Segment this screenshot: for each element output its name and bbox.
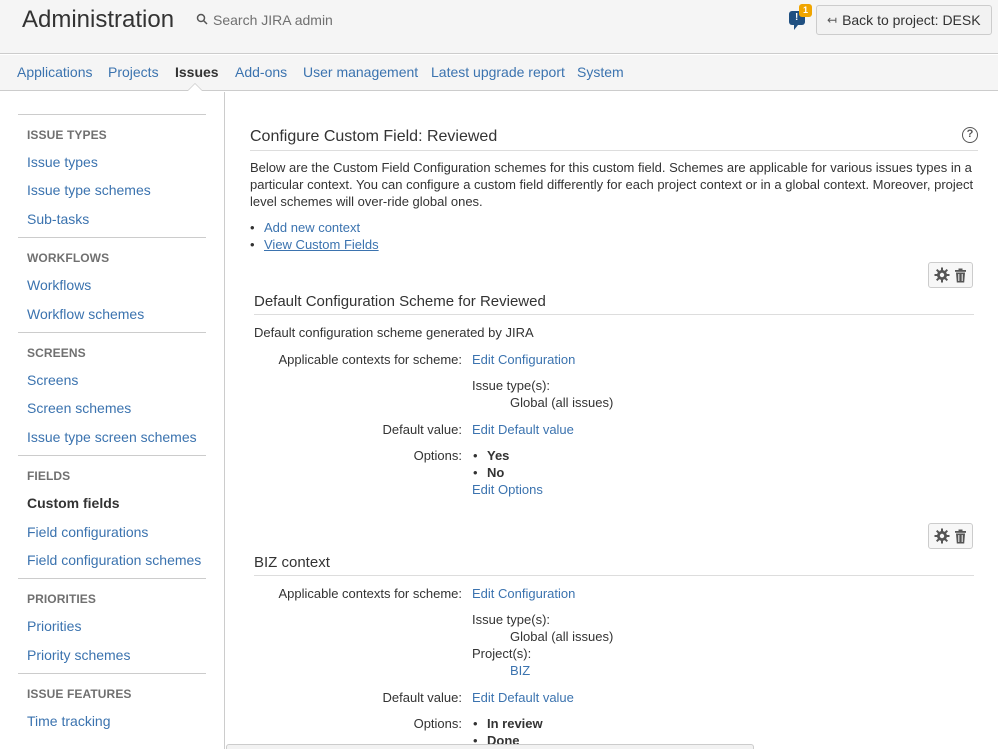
sidebar-item-issue-types[interactable]: Issue types: [27, 154, 98, 170]
admin-nav: Applications Projects Issues Add-ons Use…: [0, 55, 998, 91]
sidebar-heading-issue-features: ISSUE FEATURES: [27, 687, 132, 701]
sidebar-item-priority-schemes[interactable]: Priority schemes: [27, 647, 130, 663]
trash-icon[interactable]: [954, 268, 967, 283]
option-item: In review: [473, 716, 543, 731]
sidebar-item-screen-schemes[interactable]: Screen schemes: [27, 400, 131, 416]
sidebar-item-workflows[interactable]: Workflows: [27, 277, 91, 293]
search-input[interactable]: Search JIRA admin: [196, 12, 333, 28]
option-item: Yes: [473, 448, 510, 463]
scheme-title: BIZ context: [254, 554, 330, 571]
nav-user-management[interactable]: User management: [303, 64, 418, 80]
page-header-title: Administration: [22, 6, 175, 33]
nav-projects[interactable]: Projects: [108, 64, 159, 80]
trash-icon[interactable]: [954, 529, 967, 544]
nav-add-ons[interactable]: Add-ons: [235, 64, 287, 80]
context-links: Add new context View Custom Fields: [250, 219, 379, 253]
page-title: Configure Custom Field: Reviewed: [250, 128, 498, 145]
sidebar-item-sub-tasks[interactable]: Sub-tasks: [27, 211, 89, 227]
sidebar-item-time-tracking[interactable]: Time tracking: [27, 713, 111, 729]
edit-configuration-link[interactable]: Edit Configuration: [472, 352, 575, 367]
sidebar-item-field-configurations[interactable]: Field configurations: [27, 524, 148, 540]
projects-label: Project(s):: [472, 646, 532, 661]
sidebar-item-issue-type-screen-schemes[interactable]: Issue type screen schemes: [27, 429, 197, 445]
gear-icon[interactable]: [934, 267, 950, 283]
admin-sidebar: ISSUE TYPES Issue types Issue type schem…: [0, 92, 225, 749]
sidebar-heading-issue-types: ISSUE TYPES: [27, 128, 107, 142]
scheme-actions: [928, 523, 973, 549]
project-link-biz[interactable]: BIZ: [510, 663, 530, 678]
horizontal-scrollbar[interactable]: [226, 744, 754, 749]
nav-system[interactable]: System: [577, 64, 624, 80]
sidebar-item-workflow-schemes[interactable]: Workflow schemes: [27, 306, 144, 322]
notification-icon[interactable]: ! 1: [789, 4, 812, 30]
option-item: No: [473, 465, 505, 480]
sidebar-item-field-configuration-schemes[interactable]: Field configuration schemes: [27, 552, 201, 568]
scheme-actions: [928, 262, 973, 288]
options-label: Options:: [413, 448, 462, 463]
gear-icon[interactable]: [934, 528, 950, 544]
default-value-label: Default value:: [382, 422, 463, 437]
nav-applications[interactable]: Applications: [17, 64, 93, 80]
add-new-context-link[interactable]: Add new context: [264, 220, 360, 235]
notification-count: 1: [799, 4, 812, 17]
edit-configuration-link[interactable]: Edit Configuration: [472, 586, 575, 601]
options-label: Options:: [413, 716, 462, 731]
sidebar-item-screens[interactable]: Screens: [27, 372, 78, 388]
sidebar-heading-priorities: PRIORITIES: [27, 592, 97, 606]
help-icon[interactable]: ?: [962, 127, 978, 143]
back-to-project-button[interactable]: ↤ Back to project: DESK: [816, 5, 992, 35]
applicable-contexts-label: Applicable contexts for scheme:: [278, 586, 462, 601]
nav-latest-upgrade-report[interactable]: Latest upgrade report: [431, 64, 565, 80]
edit-options-link[interactable]: Edit Options: [472, 482, 543, 497]
sidebar-heading-fields: FIELDS: [27, 469, 71, 483]
search-placeholder: Search JIRA admin: [213, 12, 333, 28]
search-icon: [196, 12, 208, 28]
main-content: Configure Custom Field: Reviewed ? Below…: [226, 92, 998, 749]
sidebar-heading-screens: SCREENS: [27, 346, 86, 360]
issue-types-value: Global (all issues): [510, 395, 614, 410]
page-description: Below are the Custom Field Configuration…: [250, 160, 974, 209]
applicable-contexts-label: Applicable contexts for scheme:: [278, 352, 462, 367]
edit-default-value-link[interactable]: Edit Default value: [472, 690, 574, 705]
admin-header: Administration Search JIRA admin ! 1 ↤ B…: [0, 0, 998, 54]
sidebar-item-priorities[interactable]: Priorities: [27, 618, 81, 634]
nav-issues[interactable]: Issues: [175, 64, 219, 80]
back-button-label: Back to project: DESK: [842, 12, 981, 28]
issue-types-label: Issue type(s):: [472, 612, 551, 627]
default-value-label: Default value:: [382, 690, 463, 705]
scheme-title: Default Configuration Scheme for Reviewe…: [254, 293, 546, 310]
back-arrow-icon: ↤: [827, 13, 838, 27]
sidebar-item-custom-fields[interactable]: Custom fields: [27, 495, 120, 511]
scheme-description: Default configuration scheme generated b…: [254, 325, 534, 340]
view-custom-fields-link[interactable]: View Custom Fields: [264, 237, 379, 252]
sidebar-item-issue-type-schemes[interactable]: Issue type schemes: [27, 182, 151, 198]
sidebar-heading-workflows: WORKFLOWS: [27, 251, 110, 265]
issue-types-value: Global (all issues): [510, 629, 614, 644]
edit-default-value-link[interactable]: Edit Default value: [472, 422, 574, 437]
issue-types-label: Issue type(s):: [472, 378, 551, 393]
